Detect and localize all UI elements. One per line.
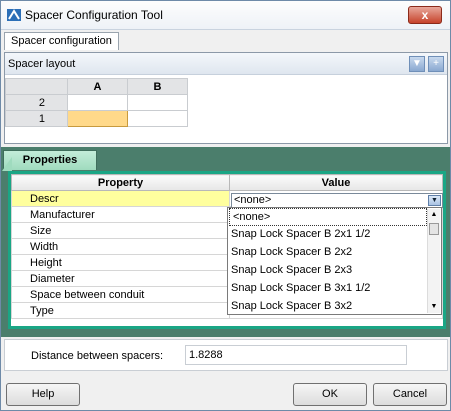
column-header-b: B [127,78,188,95]
help-button[interactable]: Help [6,383,80,406]
close-button[interactable]: x [408,6,442,24]
spacer-layout-header: Spacer layout ▼ + [5,53,447,75]
scroll-up-arrow-icon[interactable]: ▲ [428,209,440,221]
spacer-layout-title: Spacer layout [8,58,76,70]
scroll-down-arrow-icon[interactable]: ▼ [428,301,440,313]
dropdown-option[interactable]: Snap Lock Spacer B 2x3 [228,262,441,280]
dropdown-arrow-button[interactable]: ▼ [428,195,441,206]
row-header-1: 1 [5,110,68,127]
property-column-header: Property [11,174,230,191]
property-name: Size [11,222,230,239]
property-name: Type [11,302,230,319]
column-header-a: A [67,78,128,95]
dropdown-option[interactable]: Snap Lock Spacer B 3x1 1/2 [228,280,441,298]
property-name: Manufacturer [11,206,230,223]
cancel-button[interactable]: Cancel [373,383,447,406]
spacer-configuration-window: Spacer Configuration Tool x Spacer confi… [0,0,451,411]
chevron-down-icon: ▼ [412,58,422,69]
tab-spacer-configuration[interactable]: Spacer configuration [4,32,119,50]
distance-section: Distance between spacers: 1.8288 [4,339,448,371]
row-header-2: 2 [5,94,68,111]
plus-icon: + [433,58,439,69]
grid-cell-b2[interactable] [127,94,188,111]
collapse-button[interactable]: ▼ [409,56,425,72]
descr-dropdown-list: <none> Snap Lock Spacer B 2x1 1/2 Snap L… [227,207,442,315]
distance-label: Distance between spacers: [31,350,164,362]
grid-cell-a1[interactable] [67,110,128,127]
dropdown-option[interactable]: Snap Lock Spacer B 2x2 [228,244,441,262]
dropdown-option[interactable]: Snap Lock Spacer B 3x2 [228,298,441,316]
property-name: Space between conduit [11,286,230,303]
scrollbar-thumb[interactable] [429,223,439,235]
ok-button[interactable]: OK [293,383,367,406]
app-icon [7,9,21,21]
chevron-down-icon: ▼ [431,197,438,204]
distance-input[interactable]: 1.8288 [185,345,407,365]
property-name: Diameter [11,270,230,287]
grid-cell-b1[interactable] [127,110,188,127]
title-bar: Spacer Configuration Tool x [1,1,450,30]
descr-select-value: <none> [234,194,272,206]
grid-cell-a2[interactable] [67,94,128,111]
dropdown-scrollbar[interactable]: ▲ ▼ [427,209,440,313]
dropdown-option[interactable]: Snap Lock Spacer B 2x1 1/2 [228,226,441,244]
value-column-header: Value [229,174,443,191]
dropdown-option[interactable]: <none> [229,208,427,226]
add-button[interactable]: + [428,56,444,72]
property-name: Descr [11,190,230,207]
close-icon: x [421,8,429,22]
property-name: Height [11,254,230,271]
descr-select[interactable]: <none> ▼ [231,193,443,208]
spacer-layout-grid: A B 2 1 [5,78,188,127]
tab-properties[interactable]: Properties [2,150,97,171]
property-name: Width [11,238,230,255]
window-title: Spacer Configuration Tool [25,8,163,22]
spacer-layout-panel: Spacer layout ▼ + A B 2 1 [4,52,448,144]
grid-corner [5,78,68,95]
